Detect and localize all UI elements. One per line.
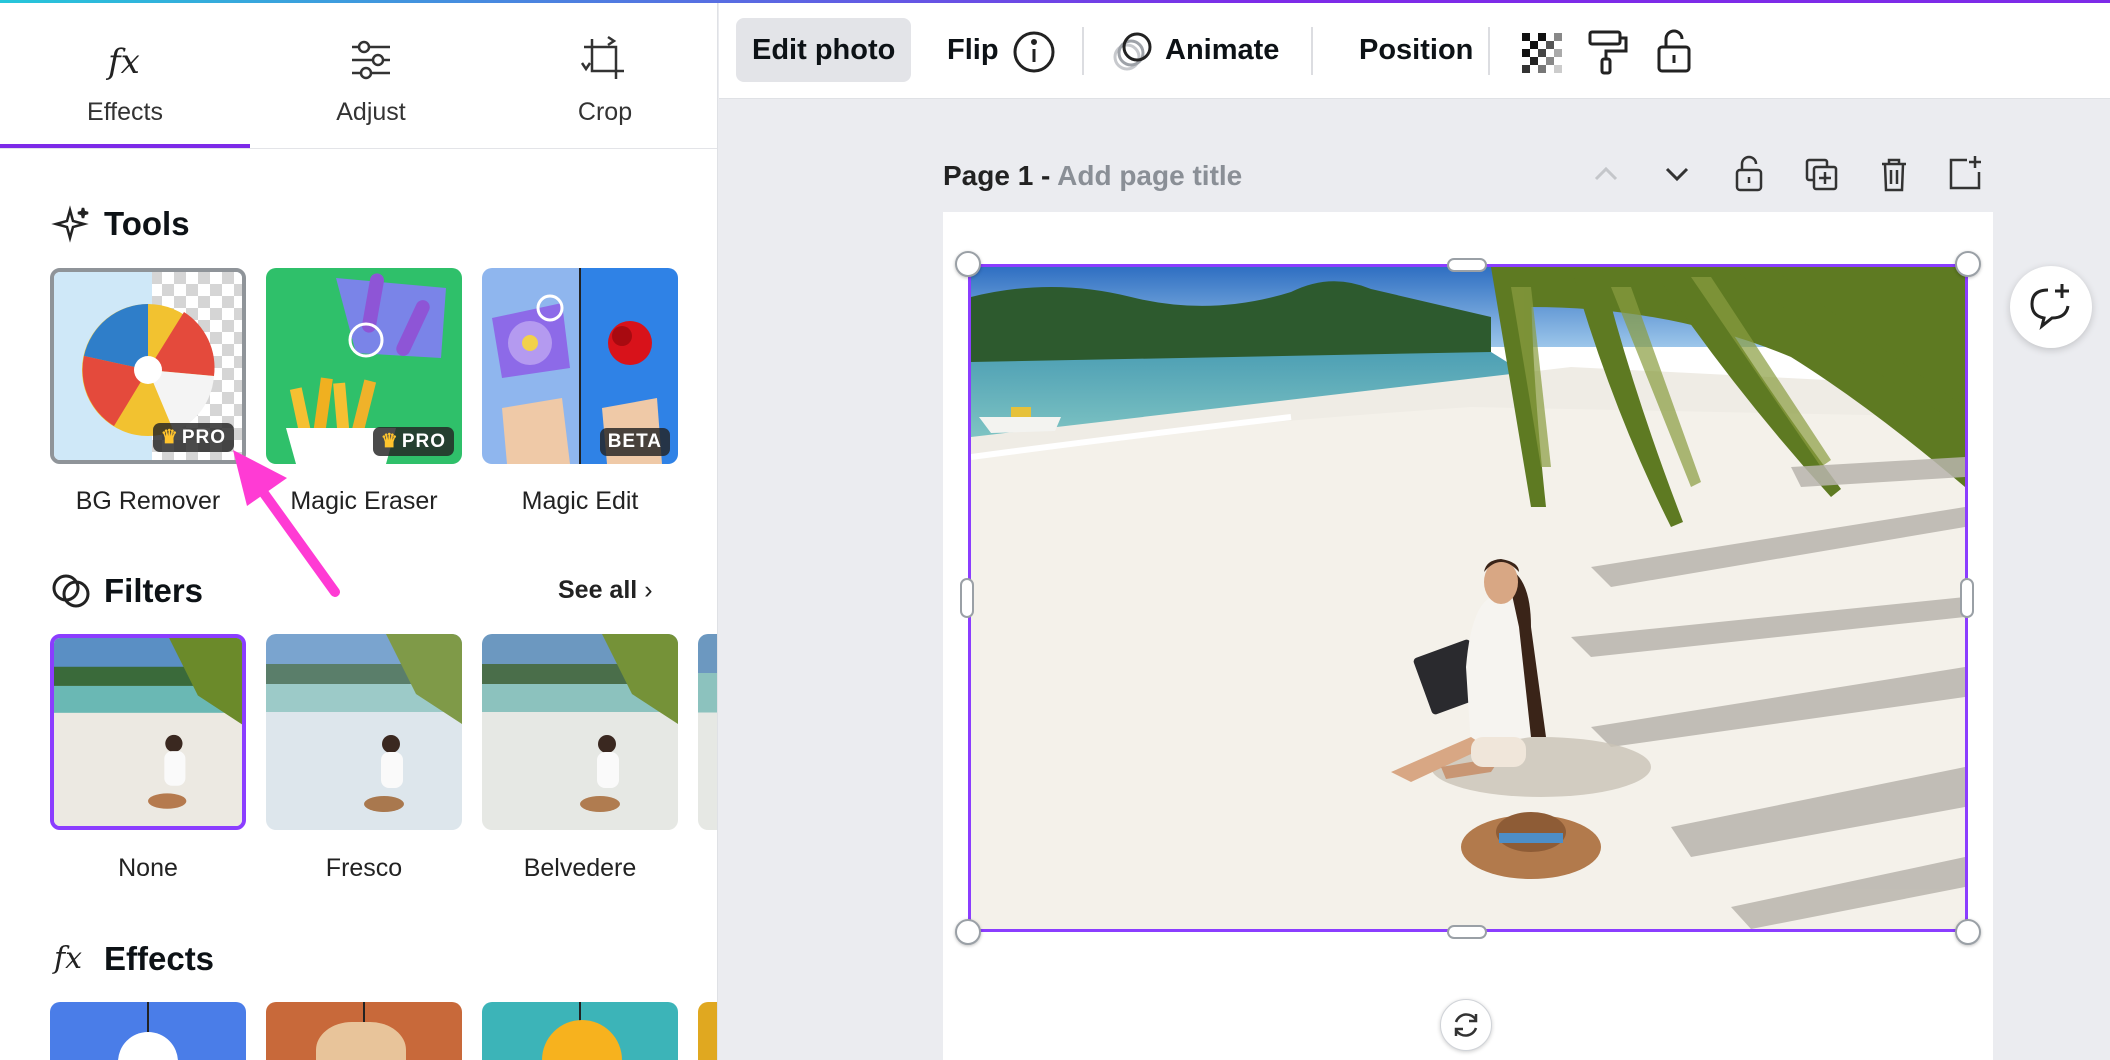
pro-badge: ♛ PRO bbox=[372, 427, 454, 456]
beach-photo bbox=[971, 267, 1965, 929]
resize-handle-right[interactable] bbox=[1960, 578, 1974, 618]
add-comment-button[interactable] bbox=[2010, 266, 2092, 348]
chevron-down-icon[interactable] bbox=[1655, 152, 1699, 196]
info-icon[interactable] bbox=[1009, 27, 1059, 77]
tool-magic-edit[interactable]: BETA bbox=[482, 268, 678, 464]
tab-label: Effects bbox=[87, 98, 163, 126]
chevron-right-icon: › bbox=[644, 576, 653, 604]
page-label: Page 1 - bbox=[943, 160, 1058, 191]
svg-text:fx: fx bbox=[105, 42, 140, 82]
sliders-icon bbox=[352, 40, 390, 80]
resize-handle-left[interactable] bbox=[960, 578, 974, 618]
svg-text:fx: fx bbox=[52, 941, 82, 976]
selected-photo[interactable] bbox=[968, 264, 1968, 932]
toolbar-divider bbox=[1488, 27, 1490, 75]
resize-handle-bottom[interactable] bbox=[1447, 925, 1487, 939]
paint-roller-icon[interactable] bbox=[1582, 27, 1632, 77]
effect-thumb[interactable] bbox=[50, 1002, 246, 1060]
see-all-link[interactable]: See all › bbox=[558, 576, 653, 605]
tools-title: Tools bbox=[104, 205, 190, 242]
unlock-icon[interactable] bbox=[1649, 27, 1699, 77]
resize-handle-bottom-right[interactable] bbox=[1955, 919, 1981, 945]
beta-badge: BETA bbox=[599, 428, 670, 456]
add-page-icon[interactable] bbox=[1943, 152, 1987, 196]
filter-thumbnail bbox=[266, 634, 462, 830]
side-panel: fx Effects Adjust Crop Tools ♛ PRO BG Re… bbox=[0, 0, 718, 1060]
fx-icon: fx bbox=[52, 941, 82, 976]
rotate-handle[interactable] bbox=[1440, 999, 1492, 1051]
filters-title: Filters bbox=[104, 572, 204, 609]
filter-label: Belvedere bbox=[523, 854, 637, 882]
filter-next-partial[interactable] bbox=[698, 634, 717, 830]
tab-adjust[interactable]: Adjust bbox=[256, 3, 486, 149]
rotate-icon bbox=[1454, 1013, 1478, 1037]
edit-photo-button[interactable]: Edit photo bbox=[736, 18, 912, 82]
filter-thumbnail bbox=[482, 634, 678, 830]
panel-tabs: fx Effects Adjust Crop bbox=[0, 3, 717, 149]
tab-label: Crop bbox=[577, 98, 633, 126]
animate-button[interactable]: Animate bbox=[1149, 18, 1295, 82]
resize-handle-bottom-left[interactable] bbox=[955, 919, 981, 945]
resize-handle-top[interactable] bbox=[1447, 258, 1487, 272]
effect-thumbnail bbox=[698, 1002, 717, 1060]
crown-icon: ♛ bbox=[380, 431, 399, 452]
effect-thumb[interactable] bbox=[482, 1002, 678, 1060]
tool-label: Magic Edit bbox=[521, 487, 639, 515]
tab-crop[interactable]: Crop bbox=[490, 3, 717, 149]
effect-thumb[interactable] bbox=[266, 1002, 462, 1060]
context-toolbar: Edit photo Flip Animate Position bbox=[719, 3, 2110, 99]
tab-effects[interactable]: fx Effects bbox=[10, 3, 240, 149]
resize-handle-top-left[interactable] bbox=[955, 251, 981, 277]
tool-magic-eraser[interactable]: ♛ PRO bbox=[266, 268, 462, 464]
see-all-label: See all bbox=[558, 576, 638, 604]
effects-title: Effects bbox=[104, 940, 215, 977]
filter-thumbnail bbox=[54, 638, 242, 826]
page-title-input[interactable]: Add page title bbox=[1057, 160, 1242, 191]
effect-thumbnail bbox=[482, 1002, 678, 1060]
toolbar-divider bbox=[1082, 27, 1084, 75]
sparkles-icon bbox=[51, 205, 89, 243]
tab-label: Adjust bbox=[336, 98, 406, 126]
toolbar-divider bbox=[1311, 27, 1313, 75]
pointer-arrow bbox=[233, 450, 340, 597]
filter-label: None bbox=[118, 854, 178, 882]
fx-icon: fx bbox=[105, 42, 140, 82]
tool-label: BG Remover bbox=[75, 487, 221, 515]
top-accent-line bbox=[0, 0, 2110, 3]
page-header: Page 1 - Add page title bbox=[943, 160, 1242, 192]
filter-none[interactable] bbox=[50, 634, 246, 830]
filter-fresco[interactable] bbox=[266, 634, 462, 830]
tool-bg-remover[interactable]: ♛ PRO bbox=[50, 268, 246, 464]
crop-icon bbox=[580, 35, 624, 79]
chevron-up-icon[interactable] bbox=[1584, 152, 1628, 196]
duplicate-page-icon[interactable] bbox=[1799, 152, 1843, 196]
transparency-icon[interactable] bbox=[1516, 27, 1566, 77]
filters-icon bbox=[52, 574, 90, 608]
page-lock-icon[interactable] bbox=[1727, 152, 1771, 196]
active-tab-indicator bbox=[0, 144, 250, 148]
resize-handle-top-right[interactable] bbox=[1955, 251, 1981, 277]
filter-belvedere[interactable] bbox=[482, 634, 678, 830]
filter-thumbnail bbox=[698, 634, 717, 830]
position-button[interactable]: Position bbox=[1343, 18, 1489, 82]
flip-button[interactable]: Flip bbox=[931, 18, 1015, 82]
effect-thumbnail bbox=[50, 1002, 246, 1060]
effect-thumbnail bbox=[266, 1002, 462, 1060]
effect-next-partial[interactable] bbox=[698, 1002, 717, 1060]
delete-page-icon[interactable] bbox=[1872, 152, 1916, 196]
crown-icon: ♛ bbox=[160, 427, 179, 448]
pro-badge: ♛ PRO bbox=[152, 423, 234, 452]
filter-label: Fresco bbox=[325, 854, 403, 882]
comment-plus-icon bbox=[2030, 284, 2070, 330]
